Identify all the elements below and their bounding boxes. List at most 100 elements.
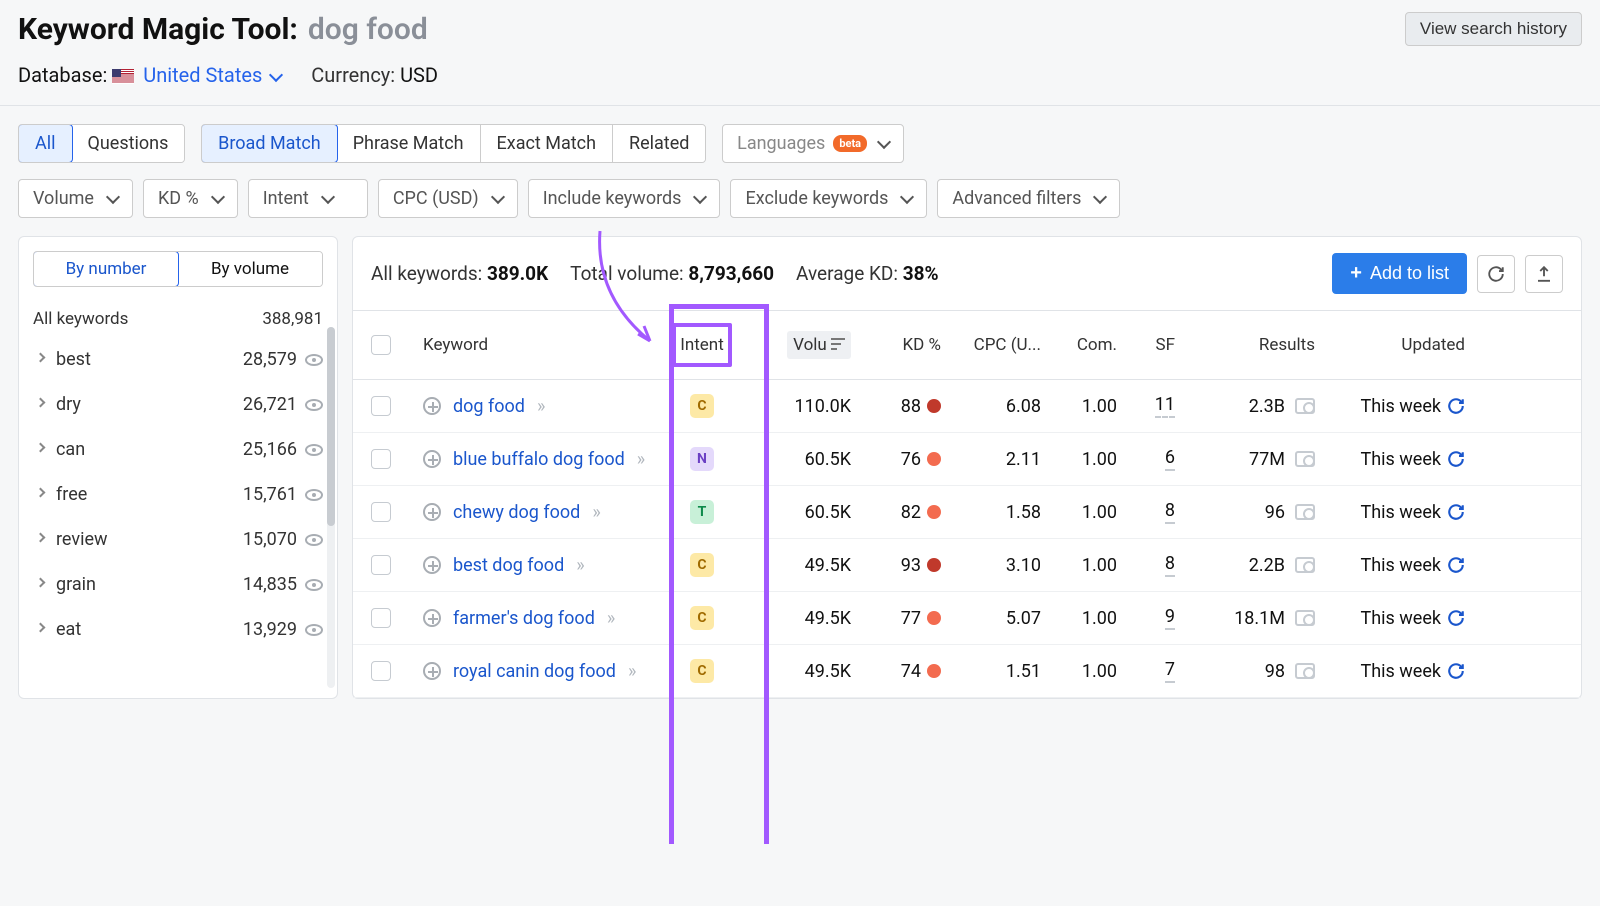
col-sf[interactable]: SF <box>1117 335 1175 355</box>
col-cpc[interactable]: CPC (U... <box>941 335 1041 355</box>
sidebar-item[interactable]: free15,761 <box>19 472 337 517</box>
eye-icon[interactable] <box>305 624 323 636</box>
refresh-icon[interactable] <box>1447 609 1465 627</box>
row-checkbox[interactable] <box>371 555 391 575</box>
expand-icon[interactable] <box>423 450 441 468</box>
keyword-link[interactable]: farmer's dog food <box>453 608 595 629</box>
sidebar-item[interactable]: can25,166 <box>19 427 337 472</box>
add-to-list-button[interactable]: +Add to list <box>1332 253 1467 294</box>
sidebar-item[interactable]: grain 14,835 <box>19 562 337 607</box>
filter-volume[interactable]: Volume <box>18 179 133 218</box>
row-checkbox[interactable] <box>371 502 391 522</box>
filter-cpc[interactable]: CPC (USD) <box>378 179 518 218</box>
keyword-link[interactable]: chewy dog food <box>453 502 580 523</box>
tab-broad-match[interactable]: Broad Match <box>201 124 338 163</box>
eye-icon[interactable] <box>305 354 323 366</box>
eye-icon[interactable] <box>305 444 323 456</box>
sort-by-number[interactable]: By number <box>33 251 179 287</box>
view-search-history-button[interactable]: View search history <box>1405 12 1582 46</box>
sf-cell: 8 <box>1117 500 1175 524</box>
serp-icon[interactable] <box>1295 610 1315 626</box>
refresh-button[interactable] <box>1477 255 1515 293</box>
tab-exact-match[interactable]: Exact Match <box>481 125 613 162</box>
sidebar-item[interactable]: eat13,929 <box>19 607 337 652</box>
keyword-link[interactable]: best dog food <box>453 555 564 576</box>
chevron-down-icon <box>211 189 225 203</box>
filter-advanced[interactable]: Advanced filters <box>937 179 1120 218</box>
sidebar-all-keywords-row[interactable]: All keywords 388,981 <box>19 301 337 337</box>
col-kd[interactable]: KD % <box>851 335 941 355</box>
row-checkbox[interactable] <box>371 449 391 469</box>
chevron-right-icon <box>36 398 46 408</box>
updated-cell: This week <box>1315 608 1465 629</box>
filter-include-keywords[interactable]: Include keywords <box>528 179 721 218</box>
double-chevron-icon[interactable]: » <box>592 502 596 523</box>
serp-icon[interactable] <box>1295 504 1315 520</box>
us-flag-icon <box>112 69 134 84</box>
keyword-link[interactable]: royal canin dog food <box>453 661 616 682</box>
double-chevron-icon[interactable]: » <box>607 608 611 629</box>
keyword-link[interactable]: blue buffalo dog food <box>453 449 625 470</box>
double-chevron-icon[interactable]: » <box>637 449 641 470</box>
table-row: blue buffalo dog food» N 60.5K 76 2.11 1… <box>353 433 1581 486</box>
database-selector[interactable]: Database: United States <box>18 63 281 87</box>
eye-icon[interactable] <box>305 579 323 591</box>
tab-all[interactable]: All <box>18 124 73 163</box>
tab-questions[interactable]: Questions <box>72 125 185 162</box>
expand-icon[interactable] <box>423 609 441 627</box>
col-intent[interactable]: Intent <box>653 323 751 367</box>
eye-icon[interactable] <box>305 489 323 501</box>
sidebar-item[interactable]: review15,070 <box>19 517 337 562</box>
com-cell: 1.00 <box>1041 396 1117 417</box>
row-checkbox[interactable] <box>371 661 391 681</box>
sidebar-item-count: 25,166 <box>243 439 297 460</box>
double-chevron-icon[interactable]: » <box>628 661 632 682</box>
col-com[interactable]: Com. <box>1041 335 1117 355</box>
eye-icon[interactable] <box>305 399 323 411</box>
serp-icon[interactable] <box>1295 663 1315 679</box>
serp-icon[interactable] <box>1295 451 1315 467</box>
expand-icon[interactable] <box>423 556 441 574</box>
col-keyword[interactable]: Keyword <box>423 335 653 355</box>
row-checkbox[interactable] <box>371 396 391 416</box>
serp-icon[interactable] <box>1295 557 1315 573</box>
sidebar-item-count: 28,579 <box>243 349 297 370</box>
col-updated[interactable]: Updated <box>1315 335 1465 355</box>
eye-icon[interactable] <box>305 534 323 546</box>
refresh-icon[interactable] <box>1447 450 1465 468</box>
tab-related[interactable]: Related <box>613 125 705 162</box>
filter-kd[interactable]: KD % <box>143 179 238 218</box>
keyword-link[interactable]: dog food <box>453 396 525 417</box>
stat-total-volume: Total volume: 8,793,660 <box>570 262 774 285</box>
double-chevron-icon[interactable]: » <box>576 555 580 576</box>
sidebar-item[interactable]: dry26,721 <box>19 382 337 427</box>
scrollbar-thumb[interactable] <box>327 327 335 526</box>
sidebar-item[interactable]: best28,579 <box>19 337 337 382</box>
double-chevron-icon[interactable]: » <box>537 396 541 417</box>
sidebar-item-term: grain <box>56 574 96 595</box>
intent-badge: C <box>690 553 714 577</box>
refresh-icon[interactable] <box>1447 662 1465 680</box>
refresh-icon[interactable] <box>1447 397 1465 415</box>
sidebar-item-count: 26,721 <box>243 394 297 415</box>
refresh-icon[interactable] <box>1447 556 1465 574</box>
col-volume[interactable]: Volu <box>751 331 851 359</box>
sidebar-item-count: 14,835 <box>243 574 297 595</box>
expand-icon[interactable] <box>423 397 441 415</box>
tab-phrase-match[interactable]: Phrase Match <box>337 125 481 162</box>
volume-cell: 60.5K <box>751 449 851 470</box>
page-title: Keyword Magic Tool: <box>18 12 298 47</box>
sidebar-scrollbar[interactable] <box>327 327 335 688</box>
filter-intent[interactable]: Intent <box>248 179 368 218</box>
row-checkbox[interactable] <box>371 608 391 628</box>
sort-by-volume[interactable]: By volume <box>178 252 322 286</box>
col-results[interactable]: Results <box>1175 335 1315 355</box>
filter-exclude-keywords[interactable]: Exclude keywords <box>730 179 927 218</box>
languages-dropdown[interactable]: Languages beta <box>722 124 904 163</box>
serp-icon[interactable] <box>1295 398 1315 414</box>
expand-icon[interactable] <box>423 662 441 680</box>
select-all-checkbox[interactable] <box>371 335 391 355</box>
expand-icon[interactable] <box>423 503 441 521</box>
export-button[interactable] <box>1525 255 1563 293</box>
refresh-icon[interactable] <box>1447 503 1465 521</box>
